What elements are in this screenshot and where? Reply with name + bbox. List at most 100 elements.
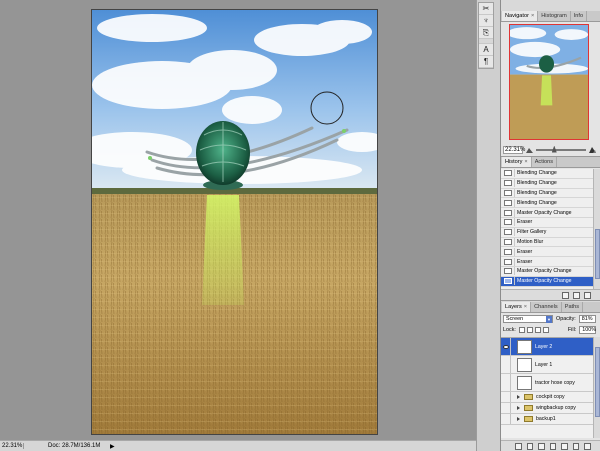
history-state[interactable]: Master Opacity Change <box>501 208 593 218</box>
history-state-label: Blending Change <box>517 170 557 177</box>
navigator-zoom-slider[interactable] <box>536 145 586 153</box>
layer-row[interactable]: tractor hose copy <box>501 374 593 392</box>
new-group-icon[interactable] <box>561 442 568 450</box>
expand-triangle-icon[interactable] <box>517 406 520 410</box>
close-icon[interactable]: × <box>524 304 527 310</box>
history-state-label: Master Opacity Change <box>517 209 572 216</box>
history-state[interactable]: Eraser <box>501 218 593 228</box>
new-layer-icon[interactable] <box>572 442 580 450</box>
layer-name: Layer 1 <box>535 361 553 368</box>
navigator-panel: Navigator × Histogram Info 22.31% <box>501 11 600 157</box>
tab-actions[interactable]: Actions <box>532 157 558 167</box>
layer-style-icon[interactable] <box>526 442 534 450</box>
opacity-field[interactable]: 81% <box>578 314 596 323</box>
layers-tabs: Layers × Channels Paths <box>501 302 600 313</box>
history-state[interactable]: Blending Change <box>501 198 593 209</box>
visibility-toggle[interactable] <box>501 403 511 413</box>
history-state[interactable]: Master Opacity Change <box>501 276 593 287</box>
history-scrollbar[interactable] <box>593 169 600 289</box>
brushes-panel-button[interactable]: ✂ <box>479 3 493 15</box>
character-panel-button[interactable]: A <box>479 44 493 56</box>
eye-icon <box>502 344 509 349</box>
zoom-slider-thumb[interactable] <box>551 145 557 153</box>
zoom-out-mountain-icon[interactable] <box>526 147 533 153</box>
layer-row[interactable]: Layer 1 <box>501 356 593 374</box>
layer-group-row[interactable]: backup1 <box>501 414 593 425</box>
tool-presets-panel-button[interactable]: ⎘ <box>479 27 493 39</box>
history-state[interactable]: Filter Gallery <box>501 228 593 238</box>
close-icon[interactable]: × <box>524 159 527 165</box>
history-state[interactable]: Blending Change <box>501 188 593 199</box>
folder-icon <box>524 394 533 400</box>
status-menu-arrow-icon[interactable]: ▶ <box>110 443 115 450</box>
link-layers-icon[interactable] <box>515 442 522 450</box>
layer-group-row[interactable]: wingbackup copy <box>501 403 593 414</box>
lock-transparent-icon[interactable] <box>518 326 525 333</box>
trash-icon[interactable] <box>584 291 591 299</box>
status-doc-size: Doc: 28.7M/136.1M <box>48 443 101 449</box>
chevron-down-icon[interactable]: ▼ <box>546 315 552 323</box>
history-state-label: Eraser <box>517 258 533 265</box>
tab-navigator[interactable]: Navigator × <box>502 11 539 21</box>
new-document-from-state-icon[interactable] <box>562 291 569 299</box>
paragraph-panel-button[interactable]: ¶ <box>479 56 493 68</box>
navigator-controls: 22.31% <box>501 143 600 156</box>
visibility-toggle[interactable] <box>501 392 511 402</box>
lock-all-icon[interactable] <box>542 326 549 333</box>
visibility-toggle[interactable] <box>501 414 511 424</box>
layer-mask-icon[interactable] <box>538 442 545 450</box>
trash-icon[interactable] <box>584 442 592 450</box>
history-state[interactable]: Eraser <box>501 257 593 267</box>
history-state-icon <box>501 237 515 246</box>
layer-name: Layer 2 <box>535 343 553 350</box>
tab-paths[interactable]: Paths <box>562 302 584 312</box>
lock-position-icon[interactable] <box>534 326 541 333</box>
navigator-thumbnail[interactable] <box>509 24 589 140</box>
new-snapshot-icon[interactable] <box>573 291 580 299</box>
tab-info[interactable]: Info <box>571 11 588 21</box>
history-state[interactable]: Eraser <box>501 247 593 258</box>
navigator-zoom-field[interactable]: 22.31% <box>503 145 525 154</box>
zoom-in-mountain-icon[interactable] <box>589 146 596 153</box>
history-state-label: Blending Change <box>517 180 557 187</box>
history-state[interactable]: Blending Change <box>501 169 593 179</box>
canvas-image <box>92 10 377 434</box>
layers-scrollbar-thumb[interactable] <box>595 347 600 417</box>
visibility-toggle[interactable] <box>501 356 511 373</box>
layers-footer <box>501 440 600 451</box>
visibility-toggle[interactable] <box>501 374 511 391</box>
status-bar: 22.31% Doc: 28.7M/136.1M ▶ <box>0 440 476 451</box>
layer-group-row[interactable]: cockpit copy <box>501 392 593 403</box>
expand-triangle-icon[interactable] <box>517 417 520 421</box>
navigator-tabs: Navigator × Histogram Info <box>501 11 600 22</box>
visibility-toggle[interactable] <box>501 338 511 355</box>
history-state-label: Eraser <box>517 219 533 226</box>
layer-name: wingbackup copy <box>536 405 576 411</box>
document-canvas[interactable] <box>91 9 378 435</box>
tab-histogram[interactable]: Histogram <box>538 11 571 21</box>
tab-history[interactable]: History × <box>502 157 532 167</box>
blend-mode-select[interactable]: Screen ▼ <box>503 314 553 323</box>
blend-mode-value: Screen <box>506 315 524 322</box>
layer-row[interactable]: Layer 2 <box>501 338 593 356</box>
history-state[interactable]: Blending Change <box>501 179 593 189</box>
tab-channels[interactable]: Channels <box>531 302 562 312</box>
history-state-icon <box>501 247 515 256</box>
lock-image-icon[interactable] <box>526 326 533 333</box>
close-icon[interactable]: × <box>531 13 534 19</box>
adjustment-layer-icon[interactable] <box>549 442 557 450</box>
history-state[interactable]: Motion Blur <box>501 237 593 248</box>
fill-field[interactable]: 100% <box>579 325 597 334</box>
document-workspace[interactable] <box>0 0 476 440</box>
clone-source-panel-button[interactable]: ♆ <box>479 15 493 27</box>
history-state[interactable]: Master Opacity Change <box>501 267 593 277</box>
lock-fill-row: Lock: Fill: 100% <box>501 324 600 335</box>
history-state-icon <box>501 228 515 237</box>
tab-layers[interactable]: Layers × <box>502 302 532 312</box>
layers-list: Layer 2 Layer 1 tractor hose copy cockpit c… <box>501 337 593 438</box>
history-scrollbar-thumb[interactable] <box>595 229 600 279</box>
history-state-label: Blending Change <box>517 189 557 196</box>
layers-scrollbar[interactable] <box>593 337 600 438</box>
expand-triangle-icon[interactable] <box>517 395 520 399</box>
status-zoom-level[interactable]: 22.31% <box>2 443 24 449</box>
